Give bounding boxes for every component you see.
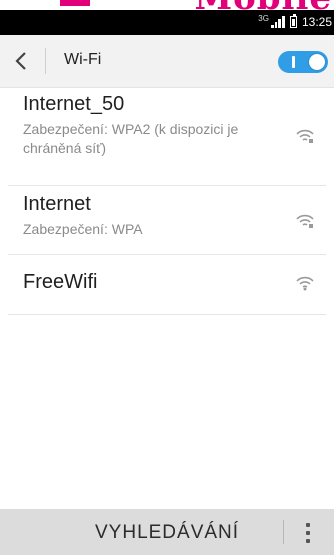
carrier-logo-mark [60, 0, 90, 6]
bottom-action-bar: VYHLEDÁVÁNÍ [0, 509, 334, 555]
network-name: FreeWifi [23, 271, 98, 293]
network-type-label: 3G [258, 13, 269, 23]
wifi-secured-icon [296, 129, 314, 143]
network-item-internet-50[interactable]: Internet_50 Zabezpečení: WPA2 (k dispozi… [8, 88, 326, 186]
wifi-open-icon [296, 276, 314, 291]
network-list: Internet_50 Zabezpečení: WPA2 (k dispozi… [0, 88, 334, 315]
clock: 13:25 [301, 15, 332, 29]
network-security: Zabezpečení: WPA2 (k dispozici je chráně… [23, 121, 239, 156]
toggle-on-indicator [292, 56, 295, 68]
network-name: Internet_50 [23, 93, 125, 115]
carrier-logo-strip: Mobile [0, 0, 334, 10]
bottom-divider [283, 520, 284, 544]
signal-strength-icon [270, 16, 285, 28]
carrier-logo: Mobile [194, 0, 332, 10]
scan-button[interactable]: VYHLEDÁVÁNÍ [95, 522, 239, 544]
wifi-settings-header: Wi-Fi [0, 35, 334, 88]
network-name: Internet [23, 193, 91, 215]
page-title: Wi-Fi [64, 51, 102, 68]
network-item-freewifi[interactable]: FreeWifi [8, 255, 326, 315]
status-icons: 3G 13:25 [258, 13, 332, 30]
network-security: Zabezpečení: WPA [23, 221, 143, 237]
status-bar: 3G 13:25 [0, 10, 334, 35]
toggle-knob [309, 54, 325, 70]
wifi-secured-icon [296, 214, 314, 228]
back-icon[interactable] [10, 48, 32, 74]
battery-icon [289, 14, 297, 28]
overflow-menu-icon[interactable] [305, 523, 311, 543]
wifi-toggle[interactable] [278, 51, 328, 73]
network-item-internet[interactable]: Internet Zabezpečení: WPA [8, 186, 326, 255]
header-divider [45, 48, 46, 74]
